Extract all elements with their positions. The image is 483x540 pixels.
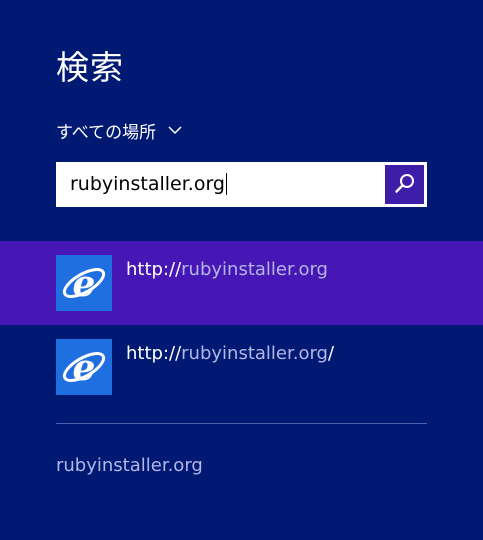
divider <box>56 423 427 424</box>
search-input[interactable]: rubyinstaller.org <box>70 173 227 195</box>
internet-explorer-icon: e <box>56 339 112 395</box>
result-item-1[interactable]: e http://rubyinstaller.org <box>0 241 483 325</box>
result-url: http://rubyinstaller.org <box>126 258 328 282</box>
result-url-match: rubyinstaller.org <box>181 343 328 364</box>
search-button[interactable] <box>385 165 424 204</box>
result-item-2[interactable]: e http://rubyinstaller.org/ <box>0 325 483 409</box>
result-url-suffix: / <box>328 343 335 364</box>
internet-explorer-icon: e <box>56 255 112 311</box>
result-url-match: rubyinstaller.org <box>181 259 328 280</box>
text-cursor <box>226 173 227 195</box>
result-url-prefix: http:// <box>126 259 182 280</box>
search-suggestion[interactable]: rubyinstaller.org <box>56 454 203 478</box>
result-url: http://rubyinstaller.org/ <box>126 342 334 366</box>
page-title: 検索 <box>56 48 124 87</box>
scope-label: すべての場所 <box>56 122 157 143</box>
svg-text:e: e <box>73 347 96 389</box>
result-url-prefix: http:// <box>126 343 182 364</box>
search-input-text: rubyinstaller.org <box>70 173 225 195</box>
svg-text:e: e <box>73 263 96 305</box>
search-icon <box>394 172 416 198</box>
results-list: e http://rubyinstaller.org e http://ruby… <box>0 241 483 409</box>
scope-dropdown[interactable]: すべての場所 <box>56 117 184 143</box>
search-box: rubyinstaller.org <box>56 162 427 207</box>
chevron-down-icon <box>166 121 184 139</box>
